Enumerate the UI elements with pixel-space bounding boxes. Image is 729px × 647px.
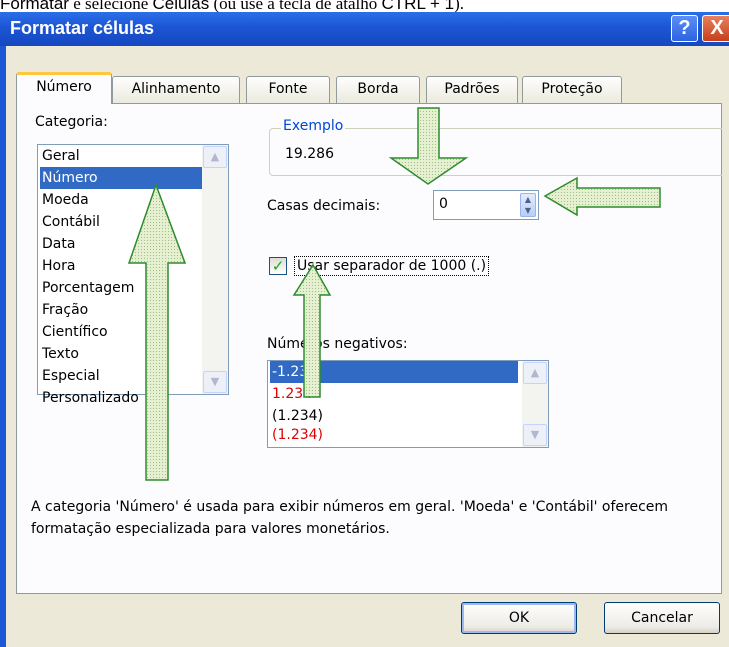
tab-borda[interactable]: Borda xyxy=(336,76,420,103)
separator-label[interactable]: Usar separador de 1000 (.) xyxy=(294,256,490,276)
window-frame xyxy=(0,46,6,647)
negative-item-1[interactable]: -1.234 xyxy=(270,361,518,383)
caption-middle: e selecione xyxy=(68,0,153,12)
spin-arrows-icon[interactable]: ▲ ▼ xyxy=(520,193,536,217)
close-button[interactable]: X xyxy=(702,15,729,42)
dialog-title: Formatar células xyxy=(10,18,155,38)
example-label: Exemplo xyxy=(281,118,346,134)
tab-panel-numero: Categoria: Geral Número Moeda Contábil D… xyxy=(16,103,722,594)
caption-end: ). xyxy=(454,0,465,12)
cancel-button[interactable]: Cancelar xyxy=(604,602,720,634)
tab-numero[interactable]: Número xyxy=(16,72,112,104)
separator-checkbox[interactable]: ✓ xyxy=(269,257,287,275)
decimals-value: 0 xyxy=(439,196,448,212)
help-button[interactable]: ? xyxy=(671,15,698,42)
tab-alinhamento[interactable]: Alinhamento xyxy=(112,76,240,103)
category-item-geral[interactable]: Geral xyxy=(40,145,80,167)
ok-button[interactable]: OK xyxy=(461,602,577,634)
category-item-data[interactable]: Data xyxy=(40,233,75,255)
tab-protecao[interactable]: Proteção xyxy=(522,76,622,103)
category-item-fracao[interactable]: Fração xyxy=(40,299,88,321)
instruction-caption: Formatar e selecione Células (ou use a t… xyxy=(0,0,729,12)
negative-item-3[interactable]: (1.234) xyxy=(270,405,323,427)
tab-padroes[interactable]: Padrões xyxy=(426,76,518,103)
category-item-cientifico[interactable]: Científico xyxy=(40,321,108,343)
tab-fonte[interactable]: Fonte xyxy=(246,76,330,103)
negatives-scrollbar[interactable]: ▲ ▼ xyxy=(522,361,548,447)
caption-shortcut: CTRL + 1 xyxy=(381,0,455,12)
negatives-listbox[interactable]: -1.234 1.234 (1.234) (1.234) ▲ ▼ xyxy=(267,360,549,448)
category-description: A categoria 'Número' é usada para exibir… xyxy=(31,499,669,537)
decimals-label: Casas decimais: xyxy=(267,198,381,214)
category-item-personalizado[interactable]: Personalizado xyxy=(40,387,139,406)
title-bar[interactable]: Formatar células ? X xyxy=(0,12,729,46)
category-scrollbar[interactable]: ▲ ▼ xyxy=(202,145,228,394)
category-listbox[interactable]: Geral Número Moeda Contábil Data Hora Po… xyxy=(37,144,229,406)
chevron-down-icon[interactable]: ▼ xyxy=(523,424,547,446)
category-item-especial[interactable]: Especial xyxy=(40,365,100,387)
category-item-hora[interactable]: Hora xyxy=(40,255,75,277)
category-item-moeda[interactable]: Moeda xyxy=(40,189,89,211)
example-groupbox xyxy=(269,128,722,176)
negative-item-4[interactable]: (1.234) xyxy=(270,425,323,445)
caption-suffix: (ou use a tecla de atalho xyxy=(209,0,382,12)
negative-item-2[interactable]: 1.234 xyxy=(270,383,312,405)
decimals-stepper[interactable]: 0 ▲ ▼ xyxy=(433,190,539,220)
chevron-up-icon[interactable]: ▲ xyxy=(523,362,547,384)
caption-link: Células xyxy=(152,0,210,12)
category-item-contabil[interactable]: Contábil xyxy=(40,211,100,233)
category-item-porcentagem[interactable]: Porcentagem xyxy=(40,277,134,299)
category-label: Categoria: xyxy=(35,114,108,130)
chevron-down-icon[interactable]: ▼ xyxy=(203,371,227,393)
chevron-up-icon[interactable]: ▲ xyxy=(203,146,227,168)
category-item-numero[interactable]: Número xyxy=(40,167,202,189)
dialog-body: Número Alinhamento Fonte Borda Padrões P… xyxy=(0,46,729,647)
caption-prefix: Formatar xyxy=(0,0,69,12)
negatives-label: Números negativos: xyxy=(267,336,408,352)
example-value: 19.286 xyxy=(285,146,334,162)
category-item-texto[interactable]: Texto xyxy=(40,343,79,365)
